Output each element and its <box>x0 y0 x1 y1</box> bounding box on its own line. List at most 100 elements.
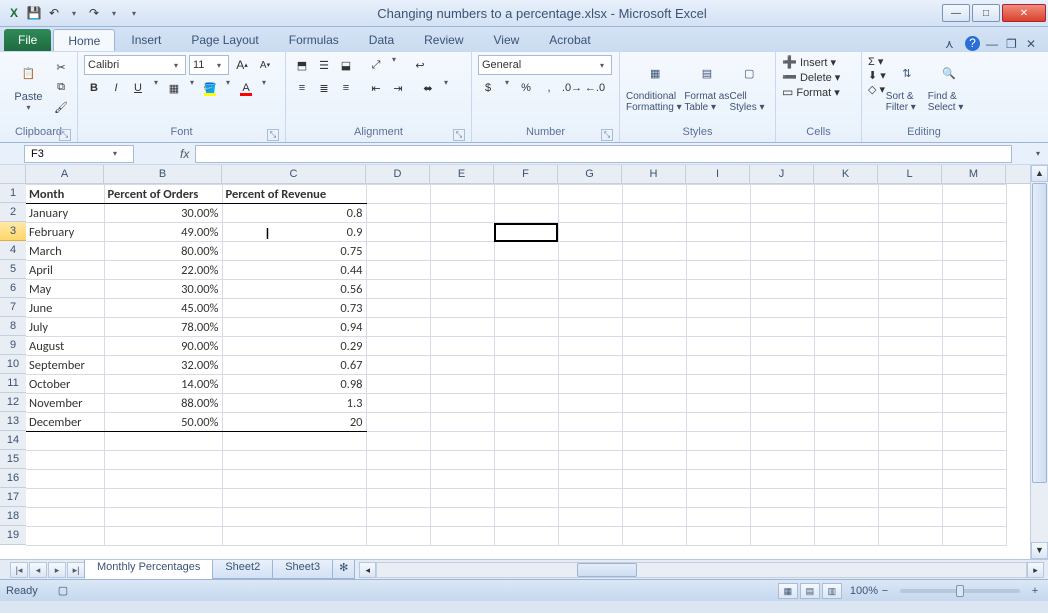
cell-C7[interactable]: 0.73 <box>222 299 366 318</box>
cell-C10[interactable]: 0.67 <box>222 356 366 375</box>
cell-L8[interactable] <box>878 318 942 337</box>
copy-icon[interactable]: ⧉ <box>52 78 70 96</box>
cell-K2[interactable] <box>814 204 878 223</box>
cell-D18[interactable] <box>366 508 430 527</box>
cell-K13[interactable] <box>814 413 878 432</box>
row-header-4[interactable]: 4 <box>0 241 26 260</box>
cell-M11[interactable] <box>942 375 1006 394</box>
insert-tab[interactable]: Insert <box>117 29 175 51</box>
cell-J15[interactable] <box>750 451 814 470</box>
cell-A12[interactable]: November <box>26 394 104 413</box>
cell-B4[interactable]: 80.00% <box>104 242 222 261</box>
cell-C9[interactable]: 0.29 <box>222 337 366 356</box>
cell-D8[interactable] <box>366 318 430 337</box>
cell-B12[interactable]: 88.00% <box>104 394 222 413</box>
format-painter-icon[interactable]: 🖌 <box>52 98 70 116</box>
cell-J6[interactable] <box>750 280 814 299</box>
cell-D9[interactable] <box>366 337 430 356</box>
column-header-C[interactable]: C <box>222 165 366 183</box>
cell-E1[interactable] <box>430 185 494 204</box>
cell-G3[interactable] <box>558 223 622 242</box>
cell-K15[interactable] <box>814 451 878 470</box>
cell-K11[interactable] <box>814 375 878 394</box>
cell-L15[interactable] <box>878 451 942 470</box>
column-header-L[interactable]: L <box>878 165 942 183</box>
cell-F16[interactable] <box>494 470 558 489</box>
cell-A13[interactable]: December <box>26 413 104 432</box>
cell-K14[interactable] <box>814 432 878 451</box>
page-layout-tab[interactable]: Page Layout <box>177 29 272 51</box>
cell-C15[interactable] <box>222 451 366 470</box>
maximize-button[interactable]: □ <box>972 4 1000 22</box>
cell-L14[interactable] <box>878 432 942 451</box>
cell-D2[interactable] <box>366 204 430 223</box>
row-header-19[interactable]: 19 <box>0 526 26 545</box>
row-header-3[interactable]: 3 <box>0 222 26 241</box>
cell-A11[interactable]: October <box>26 375 104 394</box>
row-header-10[interactable]: 10 <box>0 355 26 374</box>
page-break-view-button[interactable]: ▥ <box>822 583 842 599</box>
cell-H1[interactable] <box>622 185 686 204</box>
cell-C11[interactable]: 0.98 <box>222 375 366 394</box>
cell-I14[interactable] <box>686 432 750 451</box>
column-header-B[interactable]: B <box>104 165 222 183</box>
cell-F17[interactable] <box>494 489 558 508</box>
cell-L10[interactable] <box>878 356 942 375</box>
home-tab[interactable]: Home <box>53 29 115 51</box>
cell-J3[interactable] <box>750 223 814 242</box>
cell-L3[interactable] <box>878 223 942 242</box>
vertical-scroll-thumb[interactable] <box>1032 183 1047 483</box>
sheet-tab-active[interactable]: Monthly Percentages <box>84 560 213 579</box>
column-header-D[interactable]: D <box>366 165 430 183</box>
acrobat-tab[interactable]: Acrobat <box>535 29 604 51</box>
fill-color-dropdown[interactable]: ▾ <box>222 78 234 98</box>
clear-button[interactable]: ◇ ▾ <box>868 83 886 96</box>
row-header-13[interactable]: 13 <box>0 412 26 431</box>
cell-J5[interactable] <box>750 261 814 280</box>
cell-G18[interactable] <box>558 508 622 527</box>
cell-C18[interactable] <box>222 508 366 527</box>
minimize-button[interactable]: — <box>942 4 970 22</box>
cell-H17[interactable] <box>622 489 686 508</box>
cell-F18[interactable] <box>494 508 558 527</box>
cell-D10[interactable] <box>366 356 430 375</box>
cell-I4[interactable] <box>686 242 750 261</box>
column-header-E[interactable]: E <box>430 165 494 183</box>
cell-J7[interactable] <box>750 299 814 318</box>
cell-A5[interactable]: April <box>26 261 104 280</box>
cell-L5[interactable] <box>878 261 942 280</box>
cell-I5[interactable] <box>686 261 750 280</box>
formula-bar[interactable] <box>195 145 1012 163</box>
cell-H8[interactable] <box>622 318 686 337</box>
help-icon[interactable]: ? <box>965 36 980 51</box>
cell-H14[interactable] <box>622 432 686 451</box>
cell-F7[interactable] <box>494 299 558 318</box>
cell-J9[interactable] <box>750 337 814 356</box>
cell-E7[interactable] <box>430 299 494 318</box>
shrink-font-icon[interactable]: A▾ <box>256 56 274 74</box>
cell-G11[interactable] <box>558 375 622 394</box>
cell-H16[interactable] <box>622 470 686 489</box>
cell-C17[interactable] <box>222 489 366 508</box>
sort-filter-button[interactable]: ⇅Sort & Filter ▾ <box>886 55 928 113</box>
cell-H10[interactable] <box>622 356 686 375</box>
workbook-restore-icon[interactable]: ❐ <box>1006 37 1020 51</box>
cell-L1[interactable] <box>878 185 942 204</box>
row-header-2[interactable]: 2 <box>0 203 26 222</box>
fill-color-button[interactable]: 🪣 <box>201 79 219 97</box>
column-header-K[interactable]: K <box>814 165 878 183</box>
cell-I15[interactable] <box>686 451 750 470</box>
cell-M9[interactable] <box>942 337 1006 356</box>
cell-F12[interactable] <box>494 394 558 413</box>
cell-K17[interactable] <box>814 489 878 508</box>
cell-E18[interactable] <box>430 508 494 527</box>
cell-A19[interactable] <box>26 527 104 546</box>
horizontal-scroll-thumb[interactable] <box>577 563 637 577</box>
cell-M10[interactable] <box>942 356 1006 375</box>
minimize-ribbon-icon[interactable]: ⋏ <box>945 37 959 51</box>
cell-H15[interactable] <box>622 451 686 470</box>
cell-I8[interactable] <box>686 318 750 337</box>
cell-J16[interactable] <box>750 470 814 489</box>
cell-H19[interactable] <box>622 527 686 546</box>
scroll-right-arrow[interactable]: ▸ <box>1027 562 1044 578</box>
